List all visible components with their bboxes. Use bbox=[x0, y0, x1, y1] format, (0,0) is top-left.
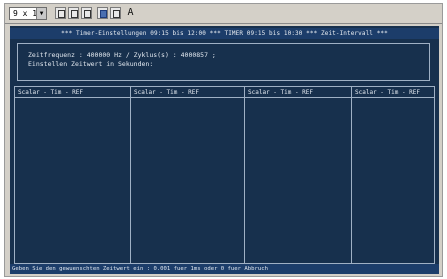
properties-icon[interactable] bbox=[110, 7, 121, 19]
column-header: Scalar - Tim - REF bbox=[15, 87, 130, 98]
info-line-prompt: Einstellen Zeitwert in Sekunden: bbox=[28, 60, 154, 68]
application-window: 9 x 1 ▼ A *** Timer-Einstellungen 09:15 … bbox=[4, 3, 443, 277]
toolbar: 9 x 1 ▼ A bbox=[5, 4, 442, 24]
column-header: Scalar - Tim - REF bbox=[131, 87, 244, 98]
chevron-down-icon[interactable]: ▼ bbox=[36, 8, 46, 19]
font-size-select[interactable]: 9 x 1 ▼ bbox=[9, 7, 47, 20]
font-size-select-value: 9 x 1 bbox=[13, 9, 38, 18]
status-bar: Geben Sie den gewuenschten Zeitwert ein … bbox=[10, 264, 439, 274]
column-1: Scalar - Tim - REF bbox=[15, 87, 130, 263]
columns-panel: Scalar - Tim - REF Scalar - Tim - REF Sc… bbox=[14, 86, 435, 264]
paste-icon[interactable] bbox=[81, 7, 92, 19]
console-screen[interactable]: *** Timer-Einstellungen 09:15 bis 12:00 … bbox=[10, 26, 439, 274]
column-4: Scalar - Tim - REF bbox=[351, 87, 434, 263]
column-2: Scalar - Tim - REF bbox=[130, 87, 244, 263]
mark-icon[interactable] bbox=[55, 7, 66, 19]
info-line-frequency: Zeitfrequenz : 400000 Hz / Zyklus(s) : 4… bbox=[28, 51, 216, 59]
column-3: Scalar - Tim - REF bbox=[244, 87, 351, 263]
copy-icon[interactable] bbox=[68, 7, 79, 19]
console-title-bar: *** Timer-Einstellungen 09:15 bis 12:00 … bbox=[10, 28, 439, 39]
font-icon[interactable]: A bbox=[125, 7, 136, 19]
column-header: Scalar - Tim - REF bbox=[352, 87, 434, 98]
column-header: Scalar - Tim - REF bbox=[245, 87, 351, 98]
fullscreen-icon[interactable] bbox=[97, 7, 108, 19]
info-panel: Zeitfrequenz : 400000 Hz / Zyklus(s) : 4… bbox=[17, 43, 430, 81]
